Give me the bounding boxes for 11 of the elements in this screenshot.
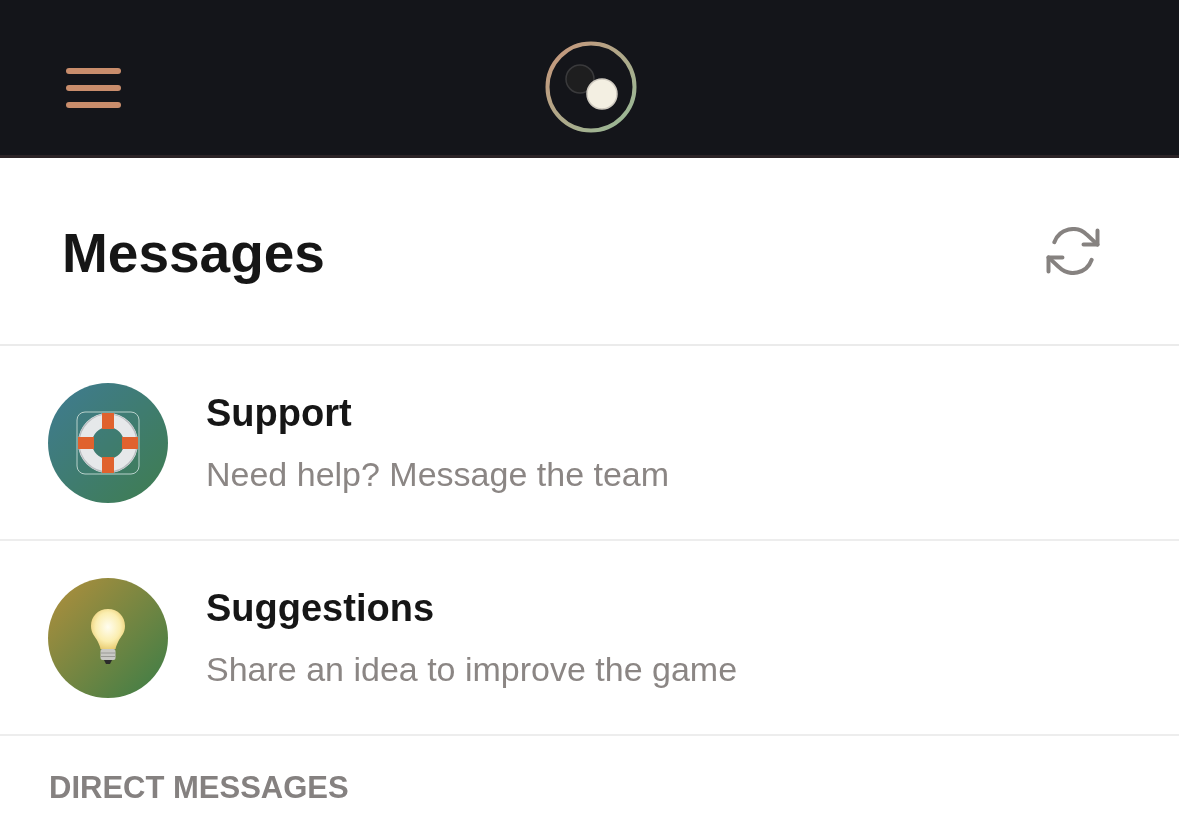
channel-description: Share an idea to improve the game xyxy=(206,649,738,689)
lifebuoy-icon xyxy=(48,382,168,503)
channel-description: Need help? Message the team xyxy=(206,454,670,494)
logo-icon xyxy=(545,40,637,133)
channel-title: Suggestions xyxy=(206,587,435,631)
channel-title: Support xyxy=(206,392,352,436)
light-bulb-icon xyxy=(48,577,168,698)
menu-icon[interactable] xyxy=(66,67,121,108)
section-heading: DIRECT MESSAGES xyxy=(49,769,349,807)
refresh-icon[interactable] xyxy=(1045,227,1101,275)
page-title: Messages xyxy=(62,221,325,286)
